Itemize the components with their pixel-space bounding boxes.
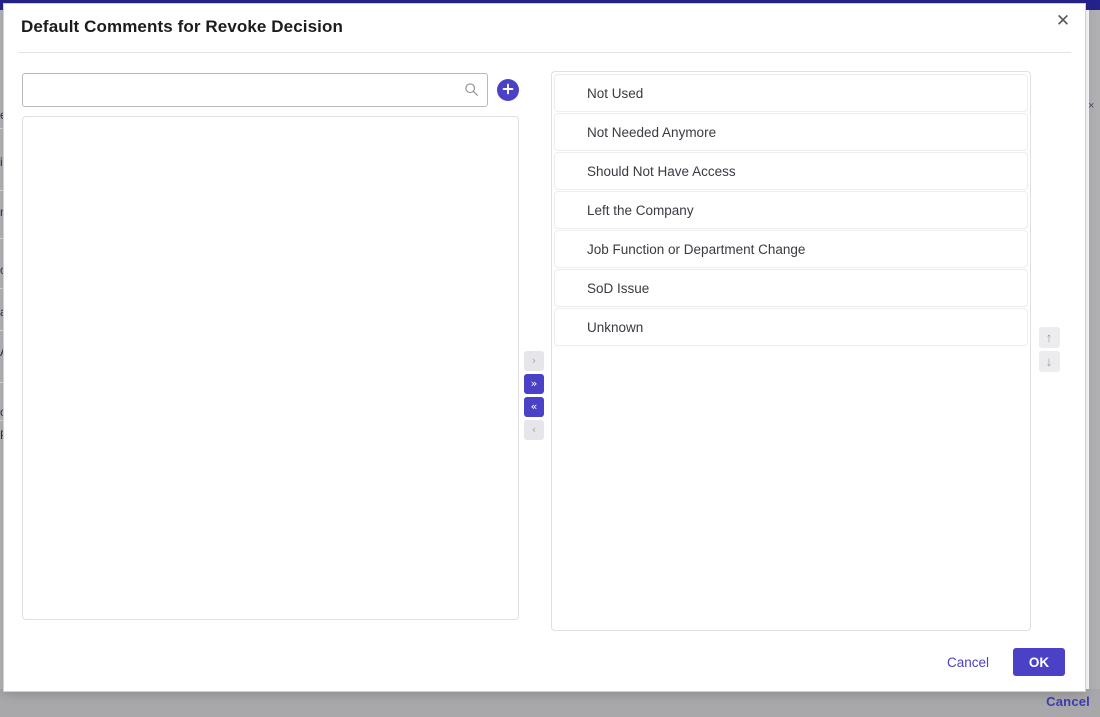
plus-icon bbox=[501, 82, 515, 99]
cancel-button[interactable]: Cancel bbox=[945, 651, 991, 674]
move-all-left-button[interactable]: « bbox=[524, 397, 544, 417]
move-down-button: ↓ bbox=[1038, 351, 1060, 372]
dialog-body: › » « ‹ Not Used Not Needed Anymore Should No… bbox=[4, 53, 1085, 631]
dialog-title: Default Comments for Revoke Decision bbox=[21, 17, 343, 36]
move-right-button: › bbox=[524, 351, 544, 371]
transfer-controls: › » « ‹ bbox=[519, 351, 549, 440]
list-item[interactable]: Job Function or Department Change bbox=[554, 230, 1028, 268]
list-item[interactable]: Not Needed Anymore bbox=[554, 113, 1028, 151]
list-item[interactable]: SoD Issue bbox=[554, 269, 1028, 307]
search-input[interactable] bbox=[22, 73, 488, 107]
default-comments-dialog: Default Comments for Revoke Decision ✕ ›… bbox=[3, 3, 1086, 692]
add-comment-button[interactable] bbox=[497, 79, 519, 101]
dialog-footer: Cancel OK bbox=[4, 631, 1085, 697]
search-row bbox=[22, 71, 519, 109]
move-all-right-button[interactable]: » bbox=[524, 374, 544, 394]
close-icon[interactable]: ✕ bbox=[1052, 10, 1074, 32]
reorder-controls: ↑ ↓ bbox=[1031, 327, 1067, 372]
selected-pane: Not Used Not Needed Anymore Should Not Hav… bbox=[551, 71, 1067, 631]
available-comments-list[interactable] bbox=[22, 116, 519, 620]
move-up-button: ↑ bbox=[1038, 327, 1060, 348]
list-item[interactable]: Not Used bbox=[554, 74, 1028, 112]
selected-comments-list[interactable]: Not Used Not Needed Anymore Should Not Hav… bbox=[551, 71, 1031, 631]
search-field-wrap bbox=[22, 73, 488, 107]
list-item[interactable]: Left the Company bbox=[554, 191, 1028, 229]
list-item[interactable]: Unknown bbox=[554, 308, 1028, 346]
dialog-header: Default Comments for Revoke Decision ✕ bbox=[4, 4, 1085, 52]
background-close-fragment: × bbox=[1088, 100, 1095, 112]
move-left-button: ‹ bbox=[524, 420, 544, 440]
ok-button[interactable]: OK bbox=[1013, 648, 1065, 676]
list-item[interactable]: Should Not Have Access bbox=[554, 152, 1028, 190]
available-pane bbox=[22, 71, 519, 620]
